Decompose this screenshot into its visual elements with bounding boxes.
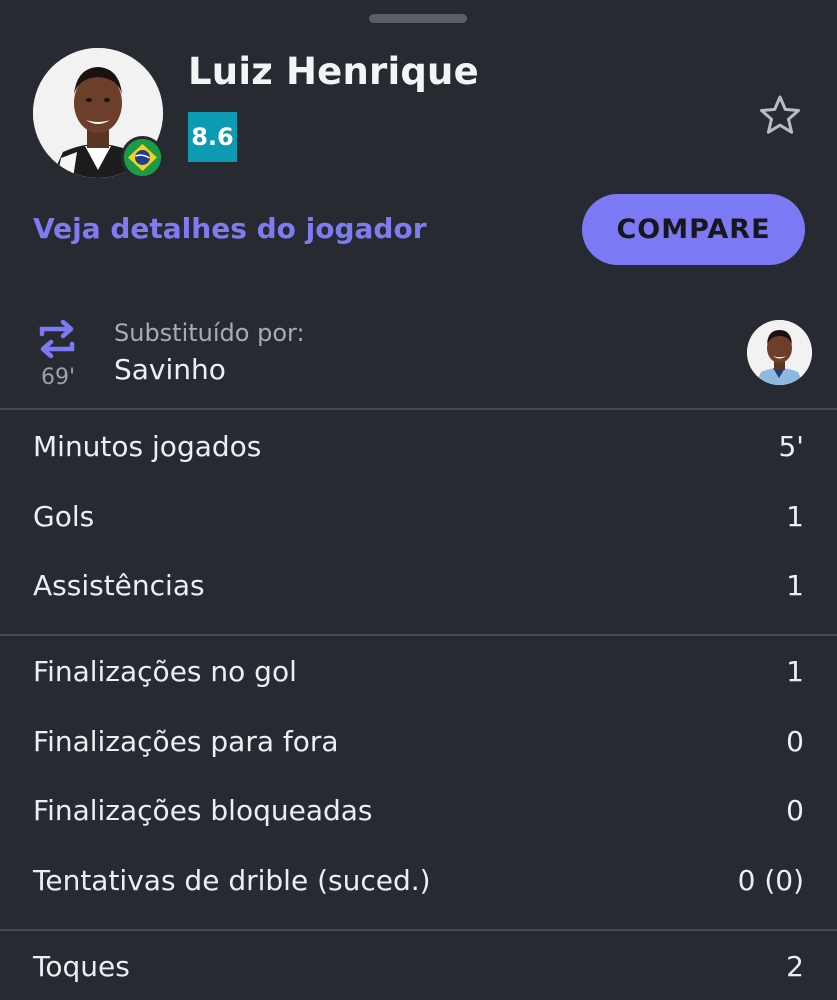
player-rating-badge: 8.6 — [188, 112, 237, 162]
substitution-minute: 69' — [40, 365, 76, 390]
brazil-flag-icon — [121, 136, 164, 179]
stat-row-dribbles: Tentativas de drible (suced.) 0 (0) — [33, 858, 804, 902]
stat-value: 0 — [786, 724, 804, 758]
compare-button[interactable]: COMPARE — [582, 194, 805, 265]
stat-value: 2 — [786, 949, 804, 983]
stat-row-shots-off-target: Finalizações para fora 0 — [33, 719, 804, 763]
stat-row-shots-on-target: Finalizações no gol 1 — [33, 649, 804, 693]
stat-label: Finalizações bloqueadas — [33, 793, 373, 827]
stat-label: Finalizações para fora — [33, 724, 339, 758]
drag-handle[interactable] — [369, 14, 467, 23]
stat-row-minutes: Minutos jogados 5' — [33, 424, 804, 468]
player-name: Luiz Henrique — [188, 50, 479, 93]
substitute-photo-icon — [747, 320, 812, 385]
stat-row-touches: Toques 2 — [33, 944, 804, 988]
substitute-player-name[interactable]: Savinho — [114, 353, 226, 386]
stat-label: Assistências — [33, 568, 205, 602]
stat-row-goals: Gols 1 — [33, 494, 804, 538]
stat-label: Finalizações no gol — [33, 654, 297, 688]
stat-value: 0 (0) — [737, 863, 804, 897]
stat-label: Gols — [33, 499, 95, 533]
divider — [0, 634, 837, 636]
stat-value: 1 — [786, 568, 804, 602]
player-details-link[interactable]: Veja detalhes do jogador — [33, 212, 427, 245]
star-outline-icon[interactable] — [757, 93, 803, 139]
stat-value: 5' — [778, 429, 804, 463]
stat-value: 0 — [786, 793, 804, 827]
swap-arrows-icon — [36, 318, 78, 360]
stat-label: Tentativas de drible (suced.) — [33, 863, 431, 897]
stat-row-assists: Assistências 1 — [33, 563, 804, 607]
substitution-label: Substituído por: — [114, 319, 305, 347]
substitute-player-avatar[interactable] — [747, 320, 812, 385]
stat-row-shots-blocked: Finalizações bloqueadas 0 — [33, 788, 804, 832]
divider — [0, 929, 837, 931]
stat-value: 1 — [786, 654, 804, 688]
stat-value: 1 — [786, 499, 804, 533]
player-bottom-sheet: Luiz Henrique 8.6 Veja detalhes do jogad… — [0, 0, 837, 1000]
divider — [0, 408, 837, 410]
stat-label: Toques — [33, 949, 130, 983]
stat-label: Minutos jogados — [33, 429, 262, 463]
